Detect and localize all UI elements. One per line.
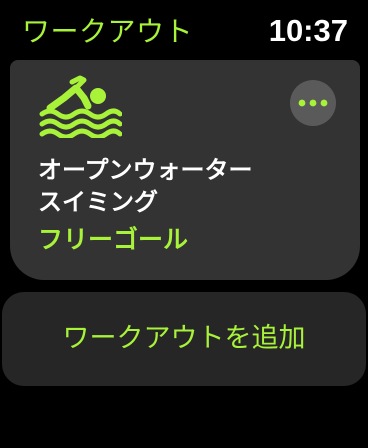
add-workout-button[interactable]: ワークアウトを追加: [2, 292, 366, 386]
open-water-swim-icon: [36, 74, 123, 140]
workout-name-line2: スイミング: [38, 188, 158, 216]
more-options-button[interactable]: [290, 80, 336, 126]
workout-name: オープンウォーター スイミング: [38, 154, 338, 218]
app-title[interactable]: ワークアウト: [22, 14, 193, 50]
workout-name-line1: オープンウォーター: [38, 156, 253, 184]
workout-card-open-water-swim[interactable]: オープンウォーター スイミング フリーゴール: [10, 60, 360, 280]
clock: 10:37: [268, 13, 348, 48]
status-bar: ワークアウト 10:37: [0, 0, 368, 64]
add-workout-label: ワークアウトを追加: [62, 323, 306, 354]
workout-goal: フリーゴール: [38, 225, 189, 254]
more-ellipsis-icon: [298, 99, 328, 107]
